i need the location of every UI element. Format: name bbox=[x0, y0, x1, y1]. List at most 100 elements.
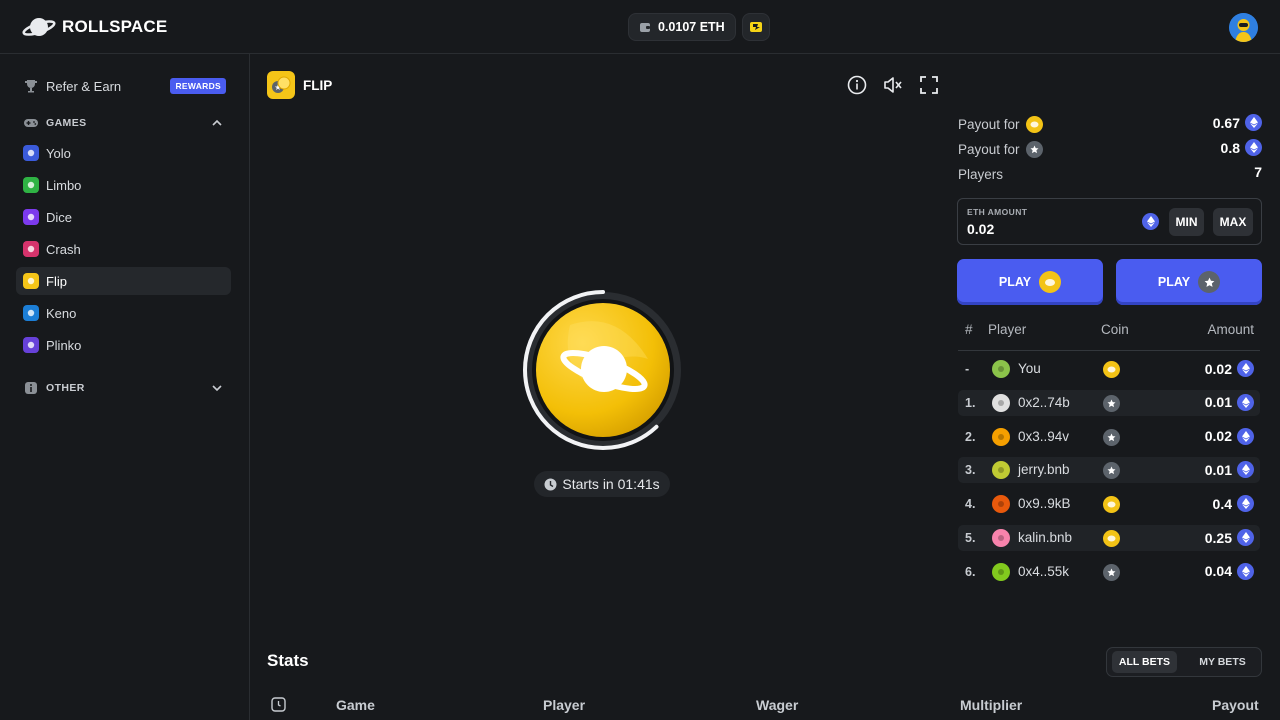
row-rank: 1. bbox=[965, 395, 976, 410]
clock-square-icon bbox=[271, 697, 286, 712]
min-button[interactable]: MIN bbox=[1169, 208, 1204, 236]
other-section-header[interactable]: OTHER bbox=[16, 374, 231, 402]
flip-game-icon bbox=[23, 273, 39, 289]
timer-text: Starts in 01:41s bbox=[562, 476, 660, 492]
games-header: GAMES bbox=[46, 117, 87, 129]
keno-game-icon bbox=[23, 305, 39, 321]
bets-toggle: ALL BETS MY BETS bbox=[1106, 647, 1262, 677]
player-amount: 0.02 bbox=[1204, 428, 1232, 445]
sidebar-item-dice[interactable]: Dice bbox=[16, 203, 231, 231]
silver-coin-icon bbox=[1103, 563, 1120, 581]
eth-icon bbox=[1245, 139, 1262, 156]
sidebar-item-crash[interactable]: Crash bbox=[16, 235, 231, 263]
stats-col-wager: Wager bbox=[756, 697, 799, 713]
player-name: You bbox=[1018, 361, 1041, 376]
sidebar-item-refer[interactable]: Refer & Earn REWARDS bbox=[16, 72, 231, 100]
players-count-row: Players 7 bbox=[958, 164, 1262, 184]
mute-icon[interactable] bbox=[883, 75, 903, 95]
all-bets-tab[interactable]: ALL BETS bbox=[1112, 651, 1177, 673]
player-avatar bbox=[992, 360, 1010, 378]
other-header: OTHER bbox=[46, 382, 85, 394]
amount-input[interactable]: 0.02 bbox=[967, 221, 994, 237]
max-button[interactable]: MAX bbox=[1213, 208, 1253, 236]
col-rank: # bbox=[965, 322, 973, 337]
logo[interactable]: ROLLSPACE bbox=[22, 14, 167, 40]
limbo-game-icon bbox=[23, 177, 39, 193]
chevron-down-icon bbox=[212, 385, 222, 392]
flip-coin-area bbox=[522, 289, 684, 451]
player-avatar bbox=[992, 393, 1010, 412]
games-section-header[interactable]: GAMES bbox=[16, 109, 231, 137]
table-row: 5. kalin.bnb 0.25 bbox=[958, 525, 1260, 551]
stats-title: Stats bbox=[267, 651, 309, 670]
game-header: ★ FLIP bbox=[267, 71, 332, 99]
sidebar-item-label: Yolo bbox=[46, 145, 71, 161]
sidebar-item-plinko[interactable]: Plinko bbox=[16, 331, 231, 359]
info-icon[interactable] bbox=[847, 75, 867, 95]
stats-col-game: Game bbox=[336, 697, 375, 713]
gold-coin-icon bbox=[1039, 271, 1062, 293]
stats-col-player: Player bbox=[543, 697, 586, 713]
silver-coin-icon bbox=[1198, 271, 1221, 293]
eth-amount-field[interactable]: ETH AMOUNT 0.02 MIN MAX bbox=[957, 198, 1262, 245]
sidebar: Refer & Earn REWARDS GAMES OTHER Yolo Lim… bbox=[0, 54, 250, 720]
clock-icon bbox=[544, 478, 557, 490]
flip-game-icon: ★ bbox=[267, 71, 295, 99]
table-row: 6. 0x4..55k 0.04 bbox=[958, 559, 1260, 585]
amount-label: ETH AMOUNT bbox=[967, 207, 1028, 217]
stats-col-payout: Payout bbox=[1212, 697, 1259, 713]
player-amount: 0.25 bbox=[1204, 529, 1232, 546]
round-timer: Starts in 01:41s bbox=[534, 471, 670, 497]
sidebar-item-yolo[interactable]: Yolo bbox=[16, 139, 231, 167]
balance-pill[interactable]: 0.0107 ETH bbox=[628, 13, 736, 41]
table-row: 4. 0x9..9kB 0.4 bbox=[958, 491, 1260, 517]
sidebar-item-label: Limbo bbox=[46, 177, 82, 193]
row-rank: 3. bbox=[965, 463, 976, 478]
eth-icon bbox=[1142, 213, 1159, 230]
payout-silver-value: 0.8 bbox=[1220, 139, 1240, 156]
player-name: 0x4..55k bbox=[1018, 563, 1070, 579]
silver-coin-icon bbox=[1025, 140, 1043, 158]
eth-icon bbox=[1237, 562, 1254, 580]
eth-icon bbox=[1237, 461, 1254, 479]
sidebar-item-flip[interactable]: Flip bbox=[16, 267, 231, 295]
table-row: 3. jerry.bnb 0.01 bbox=[958, 457, 1260, 484]
silver-coin-icon bbox=[1103, 394, 1120, 412]
player-amount: 0.04 bbox=[1204, 563, 1232, 580]
gold-coin-icon bbox=[1103, 361, 1120, 378]
table-divider bbox=[958, 350, 1260, 351]
payout-gold-label: Payout for bbox=[958, 116, 1020, 132]
user-avatar[interactable] bbox=[1229, 13, 1258, 42]
player-name: jerry.bnb bbox=[1018, 462, 1070, 478]
row-rank: 2. bbox=[965, 429, 976, 444]
my-bets-tab[interactable]: MY BETS bbox=[1185, 651, 1260, 673]
eth-icon bbox=[1237, 427, 1254, 445]
row-rank: 5. bbox=[965, 531, 976, 545]
player-name: 0x9..9kB bbox=[1018, 496, 1071, 512]
fullscreen-icon[interactable] bbox=[919, 75, 939, 95]
sidebar-item-label: Flip bbox=[46, 273, 67, 289]
player-avatar bbox=[992, 562, 1010, 581]
gold-coin-icon bbox=[1103, 530, 1120, 547]
player-name: 0x2..74b bbox=[1018, 394, 1070, 410]
play-silver-label: PLAY bbox=[1157, 275, 1191, 289]
top-bar: ROLLSPACE 0.0107 ETH bbox=[0, 0, 1280, 54]
play-silver-button[interactable]: PLAY bbox=[1116, 259, 1262, 305]
wallet: 0.0107 ETH bbox=[628, 13, 770, 41]
bonus-button[interactable] bbox=[741, 13, 770, 41]
sidebar-item-label: Dice bbox=[46, 209, 73, 225]
players-table-header: # Player Coin Amount bbox=[958, 322, 1260, 342]
col-amount: Amount bbox=[1207, 322, 1254, 337]
eth-icon bbox=[1237, 360, 1254, 377]
plinko-game-icon bbox=[23, 337, 39, 353]
sidebar-item-label: Plinko bbox=[46, 337, 82, 353]
play-gold-button[interactable]: PLAY bbox=[957, 259, 1103, 305]
payout-silver-row: Payout for 0.8 bbox=[958, 139, 1262, 159]
silver-coin-icon bbox=[1103, 462, 1120, 480]
sidebar-item-limbo[interactable]: Limbo bbox=[16, 171, 231, 199]
payout-gold-row: Payout for 0.67 bbox=[958, 114, 1262, 134]
player-amount: 0.02 bbox=[1204, 360, 1232, 377]
planet-logo-icon bbox=[22, 18, 56, 36]
sidebar-item-keno[interactable]: Keno bbox=[16, 299, 231, 327]
astronaut-avatar-icon bbox=[1229, 13, 1258, 42]
